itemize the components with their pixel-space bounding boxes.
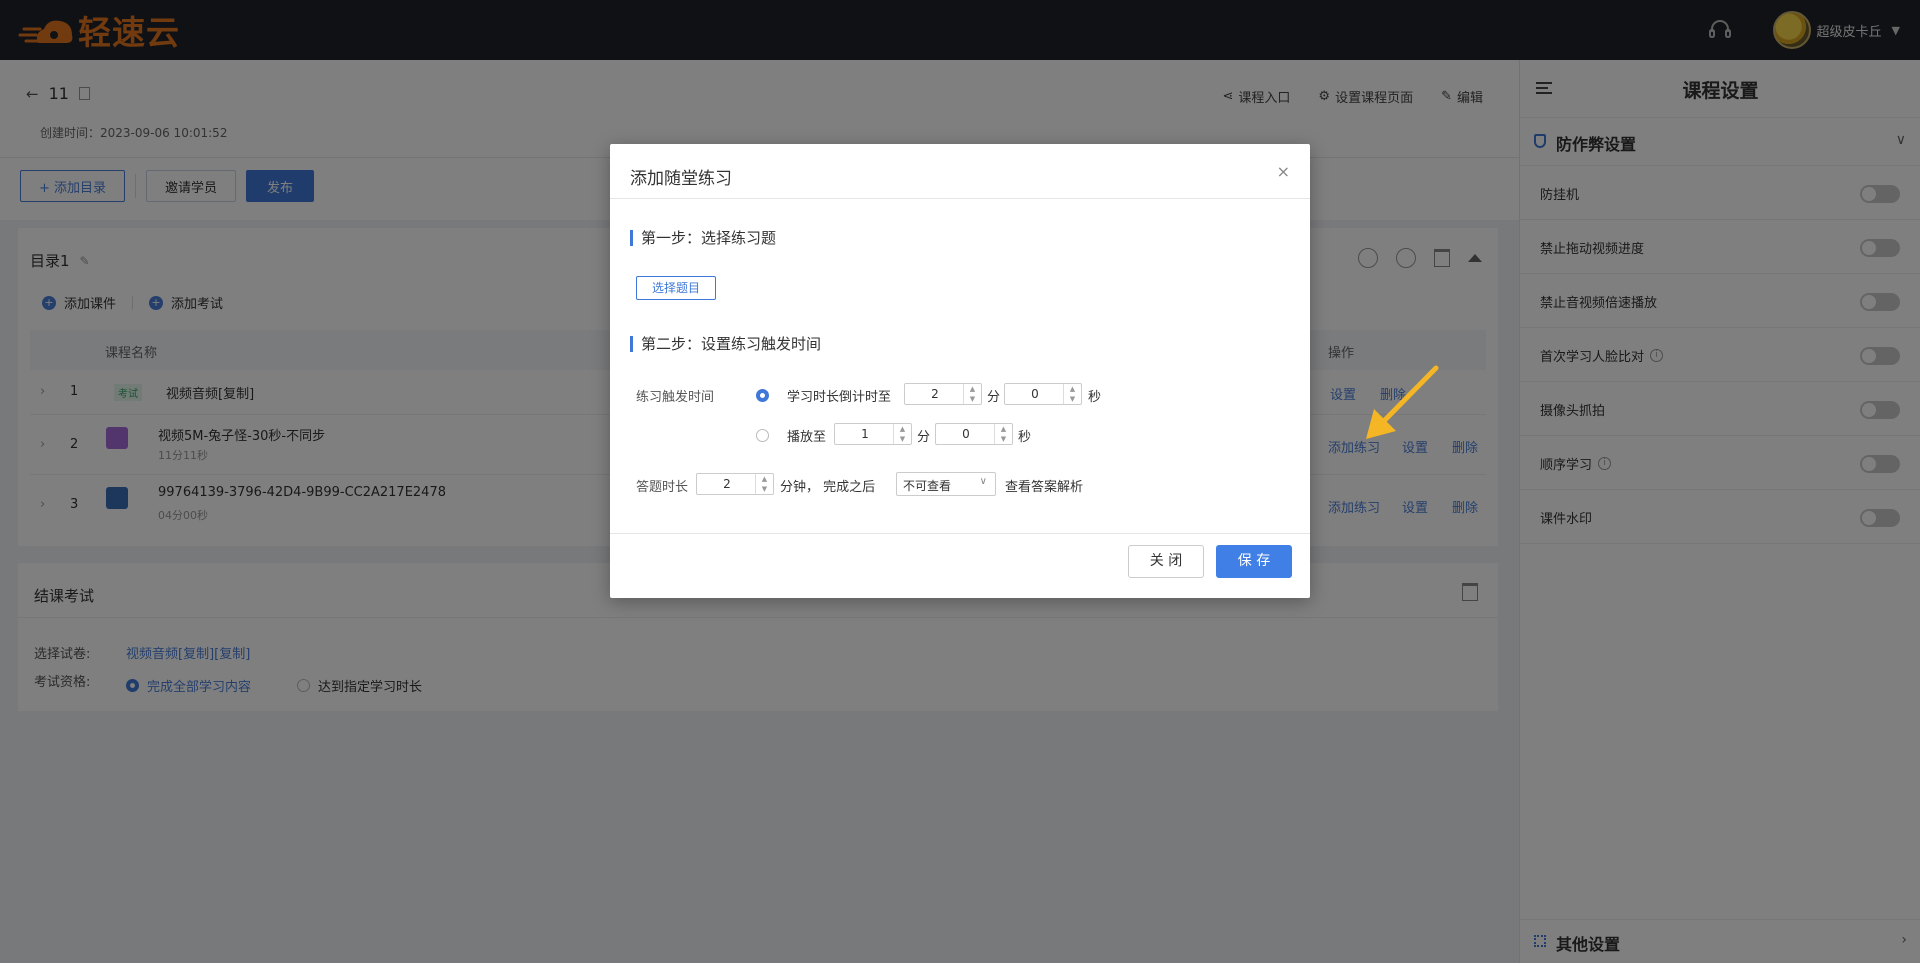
modal-title: 添加随堂练习 [630, 169, 732, 189]
step2-title: 第二步：设置练习触发时间 [630, 336, 821, 352]
countdown-seconds-input[interactable]: 0 ▲ ▼ [1004, 383, 1082, 405]
radio-play-to[interactable] [756, 429, 769, 442]
step1-title: 第一步：选择练习题 [630, 230, 776, 246]
add-practice-modal: 添加随堂练习 × 第一步：选择练习题 选择题目 第二步：设置练习触发时间 练习触… [610, 144, 1310, 598]
radio-countdown[interactable] [756, 389, 769, 402]
play-minutes-input[interactable]: 1 ▲ ▼ [834, 423, 912, 445]
close-icon[interactable]: × [1277, 162, 1290, 181]
select-questions-button[interactable]: 选择题目 [636, 276, 716, 300]
pointer-arrow-icon [1366, 365, 1439, 439]
countdown-minutes-input[interactable]: 2 ▲ ▼ [904, 383, 982, 405]
save-button[interactable]: 保 存 [1216, 545, 1292, 578]
answer-duration-input[interactable]: 2 ▲ ▼ [696, 473, 774, 495]
close-button[interactable]: 关 闭 [1128, 545, 1204, 578]
chevron-down-icon: ∨ [979, 476, 987, 487]
play-seconds-input[interactable]: 0 ▲ ▼ [935, 423, 1013, 445]
answer-view-select[interactable]: 不可查看 ∨ [896, 472, 996, 496]
